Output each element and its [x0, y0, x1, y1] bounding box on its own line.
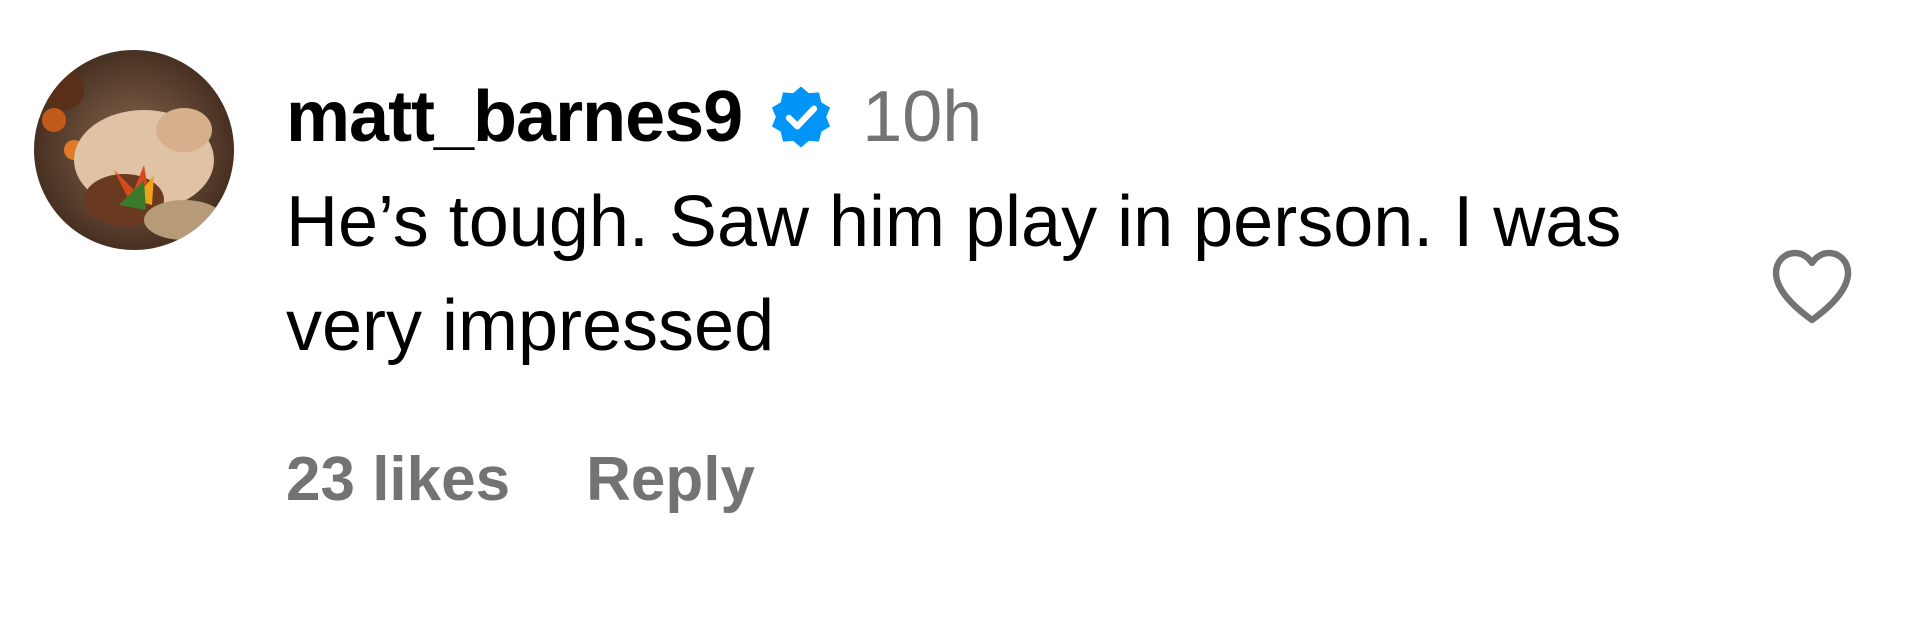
avatar-image [34, 50, 234, 250]
reply-button[interactable]: Reply [586, 440, 755, 520]
username-link[interactable]: matt_barnes9 [286, 72, 743, 162]
avatar[interactable] [34, 50, 234, 250]
verified-badge-icon [764, 80, 838, 154]
heart-outline-icon [1772, 249, 1852, 324]
comment-header: matt_barnes9 10h [286, 72, 1746, 162]
comment-text: He’s tough. Saw him play in person. I wa… [286, 182, 1622, 366]
like-button[interactable] [1764, 238, 1860, 334]
comment-item: matt_barnes9 10h He’s tough. Saw him pla… [0, 0, 1920, 644]
comment-actions: 23 likes Reply [286, 440, 1746, 520]
timestamp[interactable]: 10h [862, 72, 982, 162]
likes-count-button[interactable]: 23 likes [286, 440, 510, 520]
comment-body: matt_barnes9 10h He’s tough. Saw him pla… [286, 72, 1746, 520]
